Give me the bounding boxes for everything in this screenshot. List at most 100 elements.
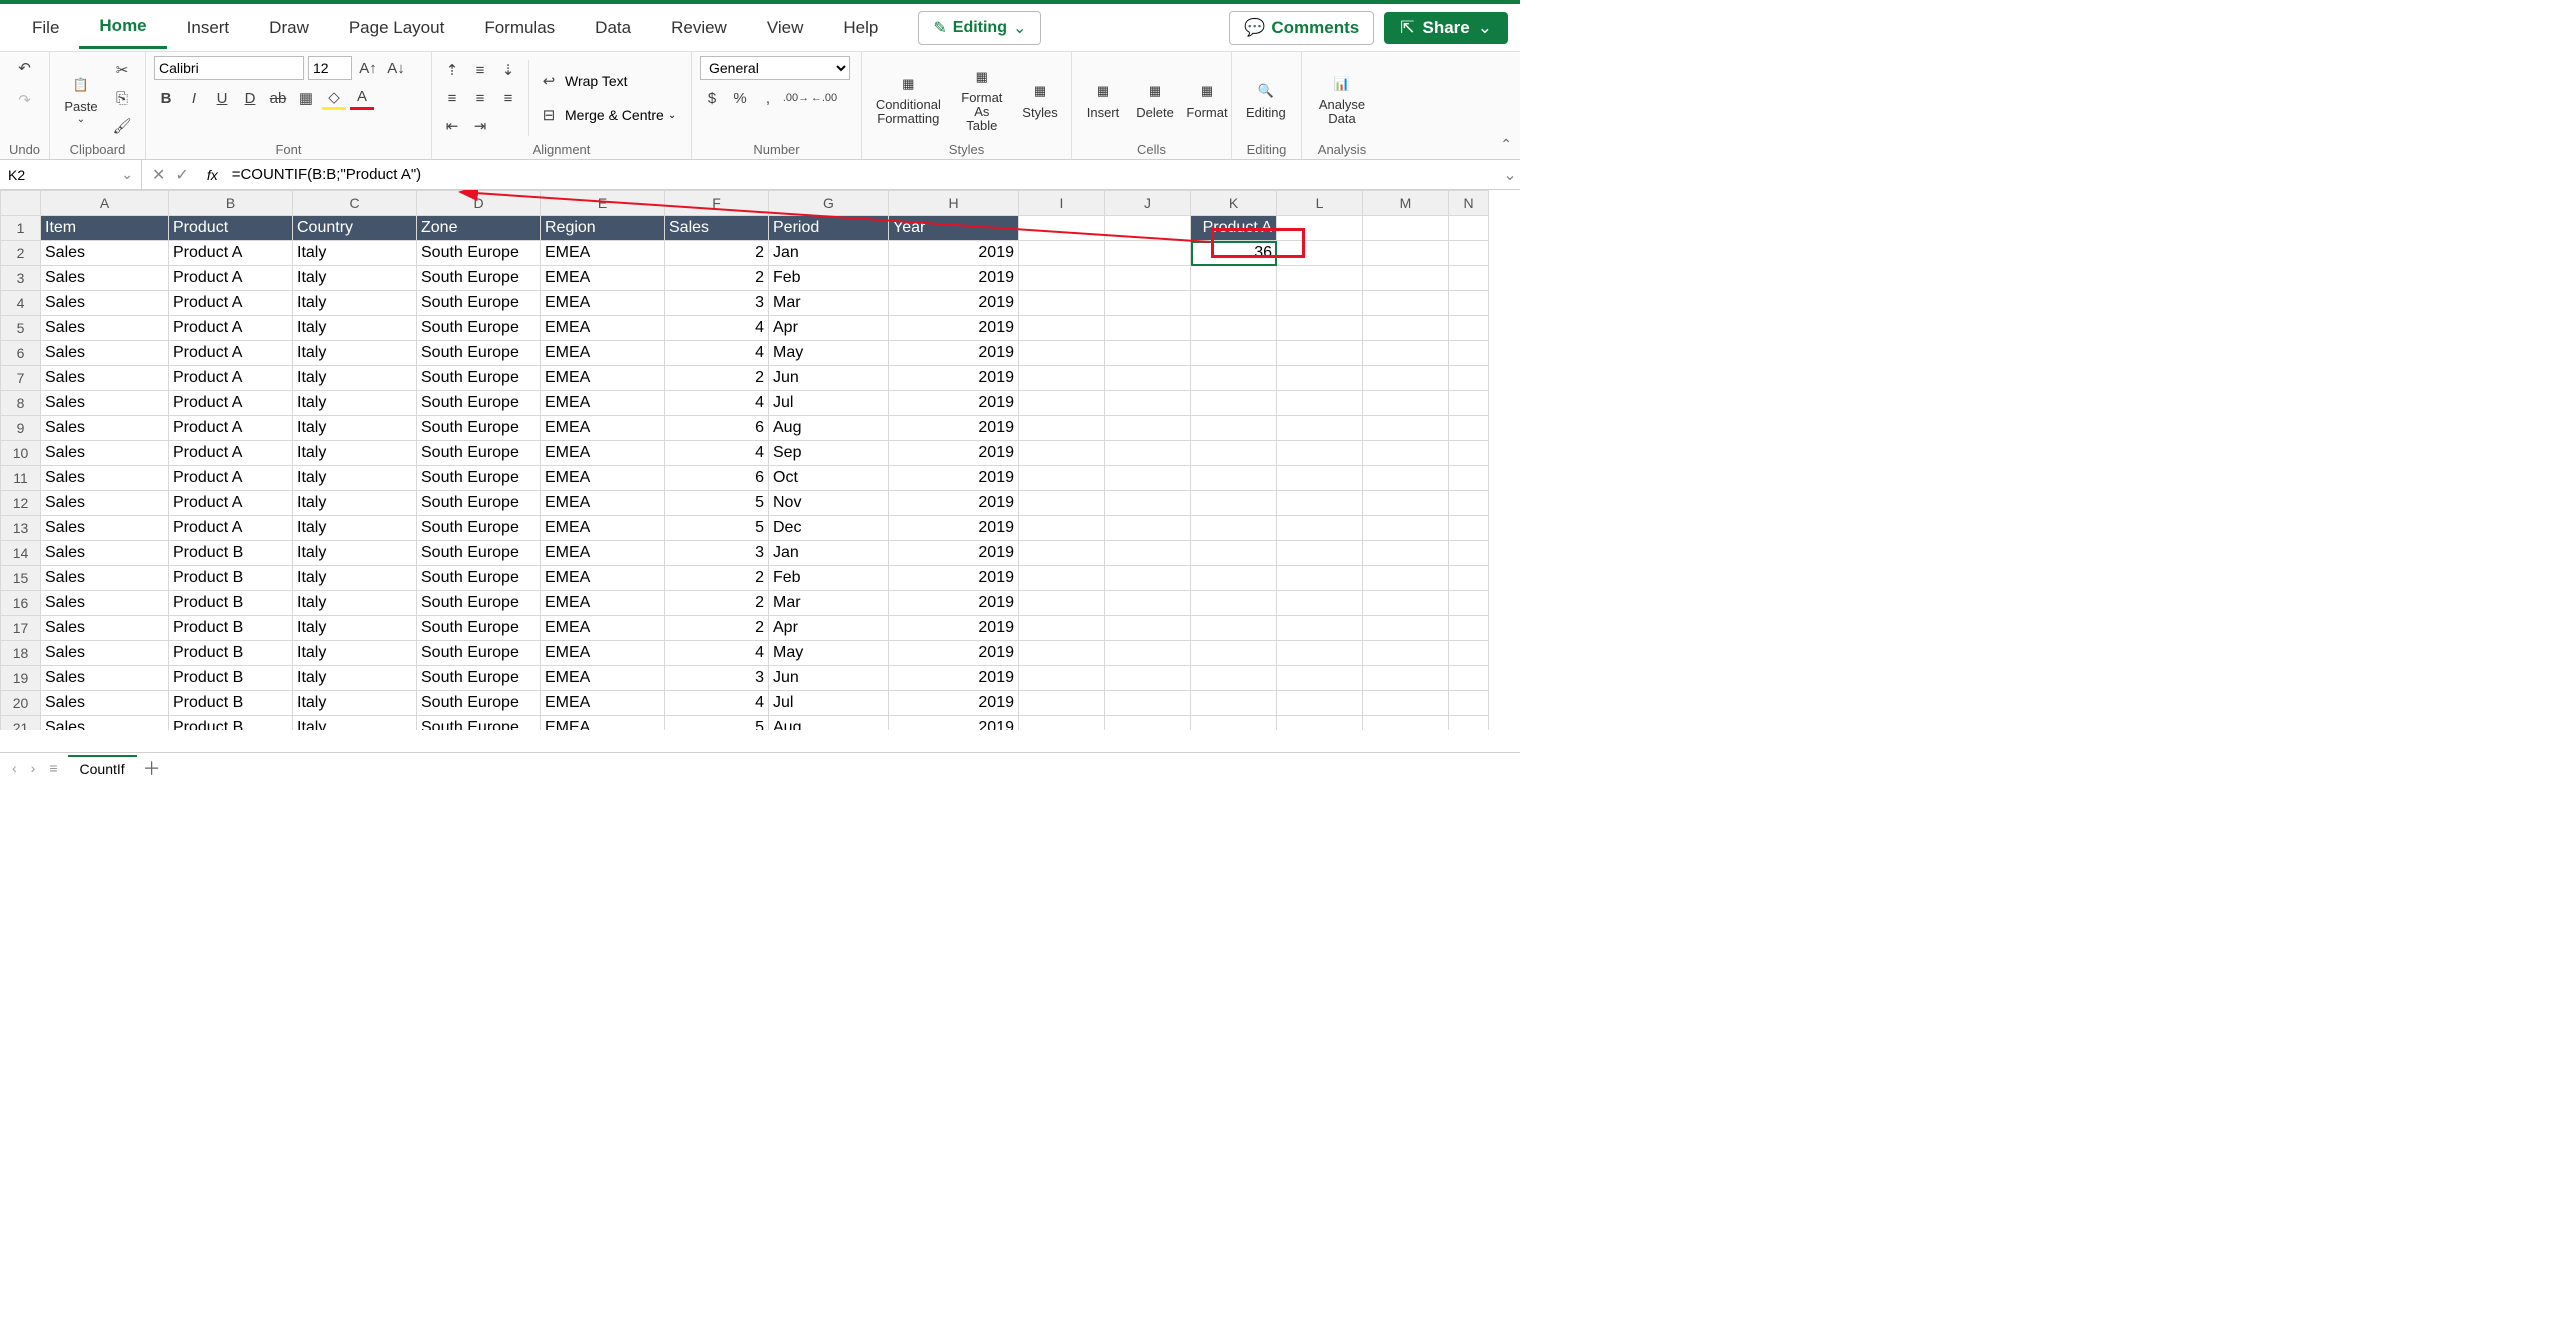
cell-A1[interactable]: Item bbox=[41, 216, 169, 241]
align-middle-button[interactable]: ≡ bbox=[468, 58, 492, 82]
cell-F17[interactable]: 2 bbox=[665, 616, 769, 641]
cell-K4[interactable] bbox=[1191, 291, 1277, 316]
cut-button[interactable]: ✂ bbox=[110, 58, 134, 82]
cell-F20[interactable]: 4 bbox=[665, 691, 769, 716]
cell-J16[interactable] bbox=[1105, 591, 1191, 616]
tab-home[interactable]: Home bbox=[79, 6, 166, 49]
cell-C18[interactable]: Italy bbox=[293, 641, 417, 666]
cell-B8[interactable]: Product A bbox=[169, 391, 293, 416]
cell-H6[interactable]: 2019 bbox=[889, 341, 1019, 366]
cell-A11[interactable]: Sales bbox=[41, 466, 169, 491]
cell-J4[interactable] bbox=[1105, 291, 1191, 316]
strikethrough-button[interactable]: ab bbox=[266, 86, 290, 110]
cell-M19[interactable] bbox=[1363, 666, 1449, 691]
cell-L3[interactable] bbox=[1277, 266, 1363, 291]
column-header-F[interactable]: F bbox=[665, 191, 769, 216]
cell-C14[interactable]: Italy bbox=[293, 541, 417, 566]
cell-G6[interactable]: May bbox=[769, 341, 889, 366]
cancel-formula-button[interactable]: ✕ bbox=[152, 165, 165, 185]
cell-K17[interactable] bbox=[1191, 616, 1277, 641]
cell-G7[interactable]: Jun bbox=[769, 366, 889, 391]
cell-K19[interactable] bbox=[1191, 666, 1277, 691]
formula-input[interactable] bbox=[226, 160, 1500, 189]
cell-M9[interactable] bbox=[1363, 416, 1449, 441]
tab-insert[interactable]: Insert bbox=[167, 8, 250, 48]
cell-I16[interactable] bbox=[1019, 591, 1105, 616]
cell-J9[interactable] bbox=[1105, 416, 1191, 441]
cell-C7[interactable]: Italy bbox=[293, 366, 417, 391]
column-header-D[interactable]: D bbox=[417, 191, 541, 216]
cell-F12[interactable]: 5 bbox=[665, 491, 769, 516]
tab-review[interactable]: Review bbox=[651, 8, 747, 48]
cell-N13[interactable] bbox=[1449, 516, 1489, 541]
row-header-8[interactable]: 8 bbox=[1, 391, 41, 416]
cell-J2[interactable] bbox=[1105, 241, 1191, 266]
cell-K8[interactable] bbox=[1191, 391, 1277, 416]
cell-N11[interactable] bbox=[1449, 466, 1489, 491]
align-left-button[interactable]: ≡ bbox=[440, 86, 464, 110]
column-header-H[interactable]: H bbox=[889, 191, 1019, 216]
cell-I17[interactable] bbox=[1019, 616, 1105, 641]
cell-D12[interactable]: South Europe bbox=[417, 491, 541, 516]
cell-L21[interactable] bbox=[1277, 716, 1363, 731]
cell-M8[interactable] bbox=[1363, 391, 1449, 416]
cell-N21[interactable] bbox=[1449, 716, 1489, 731]
cell-L11[interactable] bbox=[1277, 466, 1363, 491]
cell-L19[interactable] bbox=[1277, 666, 1363, 691]
cell-F11[interactable]: 6 bbox=[665, 466, 769, 491]
column-header-I[interactable]: I bbox=[1019, 191, 1105, 216]
cell-A14[interactable]: Sales bbox=[41, 541, 169, 566]
cell-B21[interactable]: Product B bbox=[169, 716, 293, 731]
cell-D5[interactable]: South Europe bbox=[417, 316, 541, 341]
delete-cells-button[interactable]: ▦Delete bbox=[1132, 75, 1178, 122]
cell-I18[interactable] bbox=[1019, 641, 1105, 666]
cell-A6[interactable]: Sales bbox=[41, 341, 169, 366]
increase-decimal-button[interactable]: .00→ bbox=[784, 86, 808, 110]
cell-I9[interactable] bbox=[1019, 416, 1105, 441]
cell-E18[interactable]: EMEA bbox=[541, 641, 665, 666]
cell-D15[interactable]: South Europe bbox=[417, 566, 541, 591]
cell-K15[interactable] bbox=[1191, 566, 1277, 591]
cell-K2[interactable]: 36 bbox=[1191, 241, 1277, 266]
column-header-N[interactable]: N bbox=[1449, 191, 1489, 216]
cell-C3[interactable]: Italy bbox=[293, 266, 417, 291]
format-painter-button[interactable]: 🖌 bbox=[110, 114, 134, 138]
cell-J21[interactable] bbox=[1105, 716, 1191, 731]
currency-button[interactable]: $ bbox=[700, 86, 724, 110]
tab-page-layout[interactable]: Page Layout bbox=[329, 8, 464, 48]
cell-E16[interactable]: EMEA bbox=[541, 591, 665, 616]
font-name-select[interactable] bbox=[154, 56, 304, 80]
cell-J5[interactable] bbox=[1105, 316, 1191, 341]
cell-A15[interactable]: Sales bbox=[41, 566, 169, 591]
row-header-14[interactable]: 14 bbox=[1, 541, 41, 566]
cell-F7[interactable]: 2 bbox=[665, 366, 769, 391]
cell-K5[interactable] bbox=[1191, 316, 1277, 341]
cell-M5[interactable] bbox=[1363, 316, 1449, 341]
cell-N7[interactable] bbox=[1449, 366, 1489, 391]
cell-B13[interactable]: Product A bbox=[169, 516, 293, 541]
cell-B7[interactable]: Product A bbox=[169, 366, 293, 391]
cell-L15[interactable] bbox=[1277, 566, 1363, 591]
cell-H8[interactable]: 2019 bbox=[889, 391, 1019, 416]
row-header-9[interactable]: 9 bbox=[1, 416, 41, 441]
cell-I15[interactable] bbox=[1019, 566, 1105, 591]
cell-E6[interactable]: EMEA bbox=[541, 341, 665, 366]
cell-F8[interactable]: 4 bbox=[665, 391, 769, 416]
cell-C8[interactable]: Italy bbox=[293, 391, 417, 416]
row-header-7[interactable]: 7 bbox=[1, 366, 41, 391]
number-format-select[interactable]: General bbox=[700, 56, 850, 80]
cell-G10[interactable]: Sep bbox=[769, 441, 889, 466]
column-header-G[interactable]: G bbox=[769, 191, 889, 216]
cell-D8[interactable]: South Europe bbox=[417, 391, 541, 416]
cell-C11[interactable]: Italy bbox=[293, 466, 417, 491]
cell-M20[interactable] bbox=[1363, 691, 1449, 716]
cell-D2[interactable]: South Europe bbox=[417, 241, 541, 266]
cell-F15[interactable]: 2 bbox=[665, 566, 769, 591]
cell-J8[interactable] bbox=[1105, 391, 1191, 416]
select-all-corner[interactable] bbox=[1, 191, 41, 216]
cell-D7[interactable]: South Europe bbox=[417, 366, 541, 391]
row-header-11[interactable]: 11 bbox=[1, 466, 41, 491]
cell-L16[interactable] bbox=[1277, 591, 1363, 616]
increase-font-button[interactable]: A↑ bbox=[356, 56, 380, 80]
underline-button[interactable]: U bbox=[210, 86, 234, 110]
